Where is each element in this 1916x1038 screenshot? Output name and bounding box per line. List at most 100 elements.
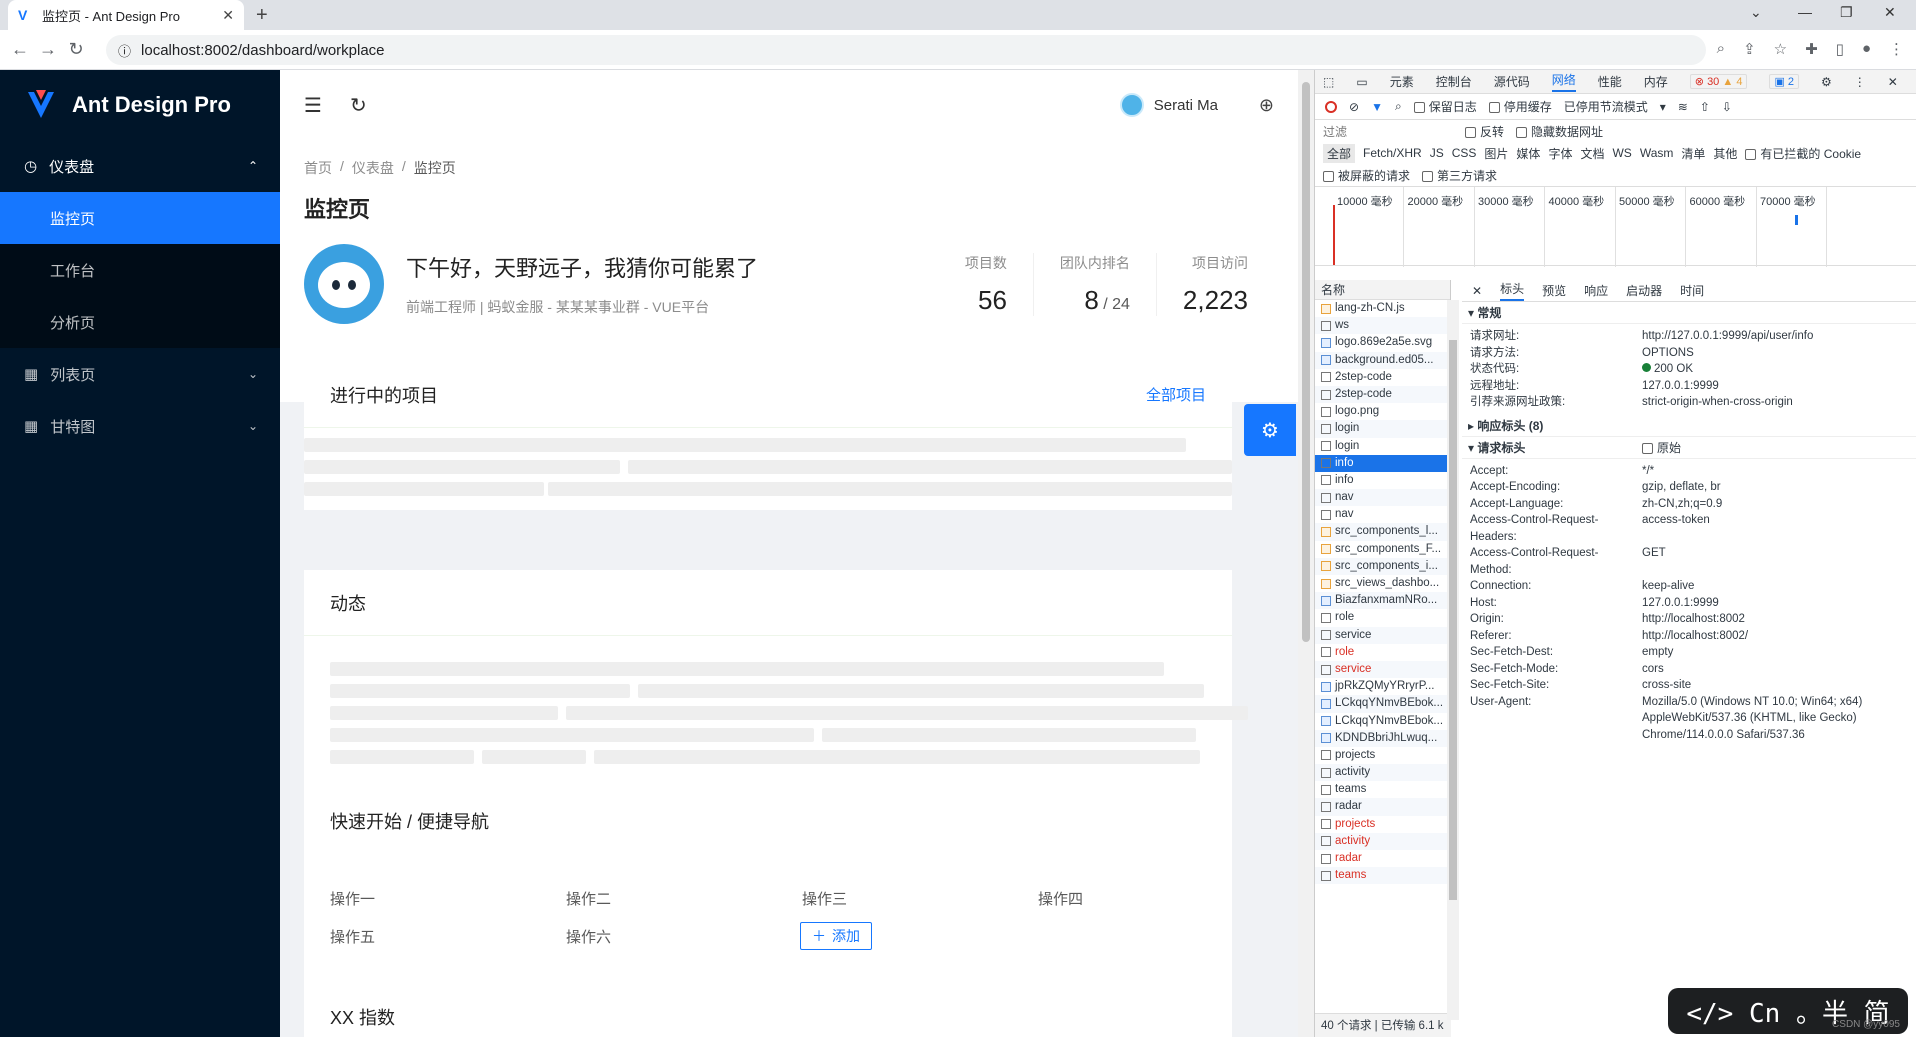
request-row[interactable]: role [1315, 609, 1450, 626]
wifi-icon[interactable]: ≋ [1678, 100, 1688, 114]
kebab-icon[interactable]: ⋮ [1854, 75, 1866, 89]
info-icon[interactable]: ⓘ [118, 41, 131, 60]
page-scrollbar[interactable] [1298, 70, 1314, 1037]
share-icon[interactable]: ⇪ [1743, 40, 1756, 58]
close-icon[interactable]: ✕ [1472, 284, 1482, 298]
minimize-icon[interactable]: — [1798, 4, 1812, 20]
close-window-icon[interactable]: ✕ [1884, 4, 1896, 21]
request-row[interactable]: service [1315, 660, 1450, 679]
gear-icon[interactable]: ⚙ [1821, 75, 1832, 89]
type-filter[interactable]: 文档 [1580, 145, 1604, 162]
filter-input[interactable]: 过滤 [1323, 123, 1453, 140]
all-projects-link[interactable]: 全部项目 [1146, 384, 1206, 405]
omnibox[interactable]: ⓘ localhost:8002/dashboard/workplace [106, 35, 1706, 65]
request-row[interactable]: logo.png [1315, 403, 1450, 420]
request-row[interactable]: jpRkZQMyYRryrP... [1315, 678, 1450, 695]
browser-tab[interactable]: V 监控页 - Ant Design Pro ✕ [8, 0, 244, 30]
menu-workplace[interactable]: 工作台 [0, 244, 280, 296]
reload-icon[interactable]: ↻ [62, 39, 90, 60]
request-row[interactable]: logo.869e2a5e.svg [1315, 334, 1450, 351]
request-row[interactable]: lang-zh-CN.js [1315, 300, 1450, 317]
user-menu[interactable]: Serati Ma [1119, 93, 1218, 117]
request-row[interactable]: background.ed05... [1315, 351, 1450, 369]
request-row[interactable]: src_components_F... [1315, 541, 1450, 558]
request-row[interactable]: radar [1315, 850, 1450, 867]
tab-memory[interactable]: 内存 [1644, 73, 1668, 90]
device-icon[interactable]: ▭ [1356, 75, 1367, 89]
forward-icon[interactable]: → [34, 39, 62, 60]
search-icon[interactable]: ⌕ [1395, 99, 1402, 114]
quick-link[interactable]: 操作二 [566, 888, 611, 909]
menu-monitor[interactable]: 监控页 [0, 192, 280, 244]
type-filter[interactable]: 其他 [1713, 145, 1737, 162]
request-row[interactable]: info [1315, 472, 1450, 489]
sidepanel-icon[interactable]: ▯ [1836, 40, 1844, 58]
disable-cache-checkbox[interactable]: 停用缓存 [1488, 98, 1552, 115]
add-button[interactable]: ＋ 添加 [800, 922, 872, 950]
request-row[interactable]: projects [1315, 816, 1450, 833]
menu-list[interactable]: ▦ 列表页 ⌄ [0, 348, 280, 400]
profile-icon[interactable]: ● [1862, 40, 1871, 58]
menu-analysis[interactable]: 分析页 [0, 296, 280, 348]
tab-sources[interactable]: 源代码 [1494, 73, 1530, 90]
invert-checkbox[interactable]: 反转 [1465, 123, 1504, 140]
quick-link[interactable]: 操作三 [802, 888, 847, 909]
breadcrumb-home[interactable]: 首页 [304, 158, 332, 178]
request-row[interactable]: activity [1315, 832, 1450, 850]
request-row[interactable]: src_components_i... [1315, 557, 1450, 575]
back-icon[interactable]: ← [6, 39, 34, 60]
error-badge[interactable]: ⊗ 30 ▲ 4 [1689, 74, 1748, 89]
request-row[interactable]: activity [1315, 764, 1450, 782]
request-row[interactable]: service [1315, 626, 1450, 644]
blocked-requests-checkbox[interactable]: 被屏蔽的请求 [1323, 167, 1410, 184]
request-row[interactable]: teams [1315, 867, 1450, 885]
type-filter[interactable]: 图片 [1484, 145, 1508, 162]
raw-checkbox[interactable]: 原始 [1642, 437, 1681, 459]
request-row[interactable]: radar [1315, 798, 1450, 816]
type-filter[interactable]: 媒体 [1516, 145, 1540, 162]
type-filter[interactable]: 全部 [1323, 143, 1356, 163]
zoom-icon[interactable]: ⌕ [1717, 40, 1725, 58]
reload-icon[interactable]: ↻ [350, 93, 367, 118]
hide-data-checkbox[interactable]: 隐藏数据网址 [1516, 123, 1603, 140]
tab-network[interactable]: 网络 [1551, 71, 1576, 92]
inspect-icon[interactable]: ⬚ [1323, 75, 1334, 89]
request-row[interactable]: login [1315, 420, 1450, 438]
tab-response[interactable]: 响应 [1584, 282, 1608, 299]
request-row[interactable]: src_views_dashbo... [1315, 575, 1450, 592]
type-filter[interactable]: JS [1430, 146, 1444, 160]
quick-link[interactable]: 操作六 [566, 926, 611, 947]
request-row[interactable]: 2step-code [1315, 369, 1450, 386]
blocked-cookies-checkbox[interactable]: 有已拦截的 Cookie [1745, 145, 1861, 162]
request-row[interactable]: projects [1315, 747, 1450, 764]
settings-drawer-button[interactable]: ⚙ [1244, 404, 1296, 456]
request-row[interactable]: teams [1315, 781, 1450, 798]
request-row[interactable]: login [1315, 438, 1450, 455]
request-row[interactable]: info [1315, 454, 1450, 472]
request-row[interactable]: nav [1315, 489, 1450, 507]
download-icon[interactable]: ⇩ [1722, 100, 1732, 114]
type-filter[interactable]: Fetch/XHR [1363, 146, 1422, 160]
request-row[interactable]: ws [1315, 317, 1450, 335]
network-timeline[interactable]: 10000 毫秒 20000 毫秒 30000 毫秒 40000 毫秒 50000 毫秒… [1315, 186, 1916, 267]
menu-dashboard[interactable]: ◷ 仪表盘 ⌃ [0, 140, 280, 192]
filter-icon[interactable]: ▼ [1371, 100, 1383, 114]
tab-initiator[interactable]: 启动器 [1626, 282, 1662, 299]
upload-icon[interactable]: ⇧ [1700, 100, 1710, 114]
tab-preview[interactable]: 预览 [1542, 282, 1566, 299]
clear-icon[interactable]: ⊘ [1349, 100, 1359, 114]
extensions-icon[interactable]: ✚ [1805, 40, 1818, 58]
throttle-select[interactable]: 已停用节流模式 [1564, 98, 1648, 115]
logo[interactable]: Ant Design Pro [0, 70, 280, 140]
type-filter[interactable]: 字体 [1548, 145, 1572, 162]
tab-timing[interactable]: 时间 [1680, 282, 1704, 299]
third-party-checkbox[interactable]: 第三方请求 [1422, 167, 1497, 184]
request-row[interactable]: KDNDBbriJhLwuq... [1315, 729, 1450, 747]
star-icon[interactable]: ☆ [1774, 40, 1787, 58]
close-icon[interactable]: ✕ [1888, 75, 1898, 89]
name-column-header[interactable]: 名称 [1315, 280, 1450, 300]
general-section[interactable]: ▾ 常规 [1462, 302, 1916, 324]
request-row[interactable]: src_components_l... [1315, 523, 1450, 541]
request-list-scrollbar[interactable] [1447, 300, 1459, 1020]
request-row[interactable]: BiazfanxmamNRo... [1315, 592, 1450, 610]
